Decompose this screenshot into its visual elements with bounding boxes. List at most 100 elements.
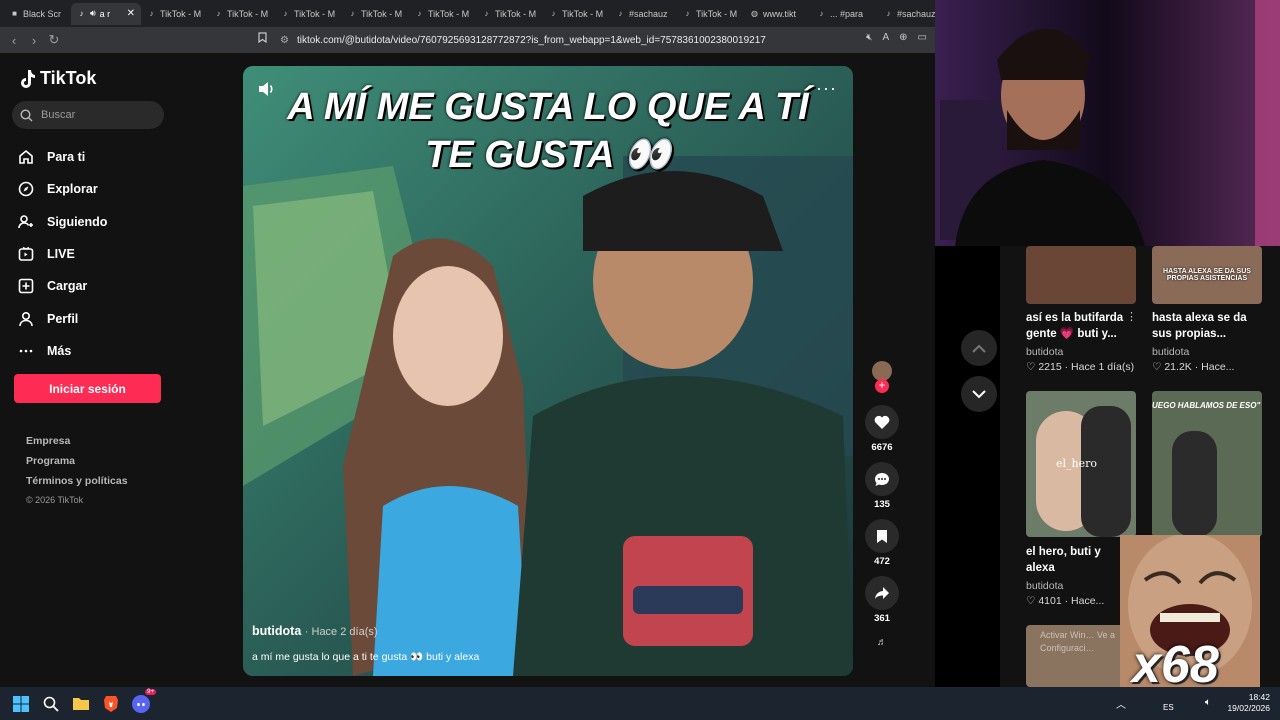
browser-tab[interactable]: ♪ TikTok - M	[476, 3, 543, 25]
mute-tab-icon[interactable]: 🔇︎	[866, 32, 872, 43]
video-player[interactable]: A MÍ ME GUSTA LO QUE A TÍ TE GUSTA 👀 ···…	[243, 66, 853, 676]
tiktok-icon: ♪	[484, 9, 489, 18]
sidebar-item-explorar[interactable]: Explorar	[18, 173, 107, 205]
profile-icon	[19, 311, 33, 326]
rec-time: Hace...	[1071, 595, 1105, 607]
music-icon[interactable]: ♬	[864, 637, 900, 648]
tiktok-icon: ♪	[551, 9, 556, 18]
zoom-icon[interactable]: ⊕	[899, 32, 907, 43]
clock[interactable]: 18:42 19/02/2026	[1227, 692, 1270, 714]
translate-icon[interactable]: A	[882, 32, 889, 43]
video-caption-line2: TE GUSTA 👀	[425, 134, 671, 176]
tiktok-logo[interactable]: TikTok	[18, 68, 96, 89]
site-info-icon[interactable]: ⚙	[280, 35, 289, 46]
footer-link-empresa[interactable]: Empresa	[26, 435, 128, 455]
browser-tab[interactable]: ♪ #sachauz	[878, 3, 936, 25]
browser-tab[interactable]: ■ Black Scr	[4, 3, 71, 25]
comment-button[interactable]	[865, 462, 899, 496]
meme-overlay: x68	[1120, 535, 1260, 687]
rec-more-icon[interactable]: ⋮	[1126, 310, 1137, 323]
tab-label: Black Scr	[23, 8, 62, 19]
sidebar-item-para-ti[interactable]: Para ti	[18, 141, 107, 173]
address-bar[interactable]: ⚙ tiktok.com/@butidota/video/76079256931…	[280, 31, 766, 49]
following-icon	[18, 214, 33, 228]
rec-author-2[interactable]: butidota	[1152, 346, 1189, 358]
browser-tab[interactable]: ◍ www.tikt	[744, 3, 811, 25]
browser-tab[interactable]: ♪ TikTok - M	[141, 3, 208, 25]
footer-link-programa[interactable]: Programa	[26, 455, 128, 475]
sidebar-item-siguiendo[interactable]: Siguiendo	[18, 206, 107, 238]
sidebar-nav: Para ti Explorar Siguiendo LIVE Cargar P…	[18, 141, 107, 367]
rec-stats-2: ♡ 21.2K · Hace...	[1152, 361, 1235, 373]
sidebar-item-label: Explorar	[47, 182, 98, 197]
browser-tab[interactable]: ♪ TikTok - M	[208, 3, 275, 25]
browser-tab[interactable]: ♪ #sachauz	[610, 3, 677, 25]
browser-tab-strip: ■ Black Scr ♪ 🔊︎ a r ✕ ♪ TikTok - M ♪ TikTok - M ♪…	[0, 0, 935, 27]
file-explorer-icon[interactable]	[66, 689, 96, 719]
follow-plus-icon[interactable]: +	[875, 379, 889, 393]
save-button[interactable]	[865, 519, 899, 553]
rec-time: Hace...	[1201, 361, 1235, 373]
footer-link-terminos[interactable]: Términos y políticas	[26, 475, 128, 495]
discord-icon[interactable]: 9+	[126, 688, 156, 719]
rec-likes: 2215	[1038, 361, 1062, 373]
rec-title-2[interactable]: hasta alexa se da sus propias...	[1152, 310, 1260, 342]
tiktok-icon: ♪	[886, 9, 891, 18]
like-button[interactable]	[865, 405, 899, 439]
reload-icon[interactable]: ↻	[44, 32, 64, 48]
compass-icon	[18, 182, 34, 197]
cast-icon[interactable]: ▭	[918, 32, 927, 43]
close-tab-icon[interactable]: ✕	[127, 8, 135, 19]
sidebar: TikTok Para ti Explorar Siguiendo	[0, 53, 180, 687]
url-text: tiktok.com/@butidota/video/7607925693128…	[296, 34, 766, 46]
sidebar-item-cargar[interactable]: Cargar	[18, 270, 107, 302]
bookmark-icon[interactable]	[258, 32, 267, 46]
search-taskbar-icon[interactable]	[36, 689, 66, 719]
sidebar-item-mas[interactable]: Más	[18, 335, 107, 367]
tray-chevron-icon[interactable]: ︿	[1116, 696, 1126, 711]
windows-start-icon[interactable]	[6, 689, 36, 719]
webcam-feed	[935, 0, 1280, 246]
browser-tab[interactable]: ♪ TikTok - M	[409, 3, 476, 25]
rec-author-1[interactable]: butidota	[1026, 346, 1063, 358]
tiktok-icon: ♪	[216, 9, 221, 18]
video-more-icon[interactable]: ···	[816, 78, 837, 99]
sidebar-item-live[interactable]: LIVE	[18, 238, 107, 270]
rec-thumbnail-3[interactable]: el_hero	[1026, 391, 1136, 537]
more-icon	[19, 349, 33, 353]
language-indicator[interactable]: ES	[1163, 703, 1174, 712]
forward-icon[interactable]: ›	[24, 33, 44, 48]
tab-label: TikTok - M	[361, 8, 403, 19]
rec-thumbnail-4[interactable]: UEGO HABLAMOS DE ESO"	[1152, 391, 1262, 537]
browser-tab[interactable]: ♪ TikTok - M	[543, 3, 610, 25]
rec-author-3[interactable]: butidota	[1026, 580, 1063, 592]
share-button[interactable]	[865, 576, 899, 610]
heart-outline-icon: ♡	[1152, 361, 1162, 373]
chevron-up-icon	[972, 344, 986, 353]
browser-tab[interactable]: ♪ ... #para	[811, 3, 878, 25]
rec-title-1[interactable]: así es la butifarda gente 💗 buti y...	[1026, 310, 1126, 342]
browser-tab[interactable]: ♪ TikTok - M	[677, 3, 744, 25]
video-caption-line1: A MÍ ME GUSTA LO QUE A TÍ	[287, 86, 809, 128]
back-icon[interactable]: ‹	[4, 33, 24, 48]
rec-title-3[interactable]: el hero, buti y alexa	[1026, 544, 1126, 576]
author-avatar[interactable]: +	[872, 361, 892, 393]
next-video-button[interactable]	[961, 376, 997, 412]
rec-time: Hace 1 día(s)	[1071, 361, 1135, 373]
prev-video-button[interactable]	[961, 330, 997, 366]
browser-tab[interactable]: ♪ TikTok - M	[275, 3, 342, 25]
browser-tab[interactable]: ♪ 🔊︎ a r ✕	[71, 2, 141, 25]
browser-tab[interactable]: ♪ TikTok - M	[342, 3, 409, 25]
video-author[interactable]: butidota	[252, 624, 301, 638]
brave-browser-icon[interactable]	[96, 689, 126, 719]
rec-likes: 4101	[1038, 595, 1062, 607]
login-button[interactable]: Iniciar sesión	[14, 374, 161, 403]
globe-icon: ◍	[751, 9, 758, 18]
volume-tray-icon[interactable]: 🔈︎	[1205, 697, 1211, 708]
search-input[interactable]	[41, 109, 151, 121]
volume-icon[interactable]	[258, 81, 276, 102]
sidebar-item-perfil[interactable]: Perfil	[18, 302, 107, 334]
rec-thumbnail-1[interactable]	[1026, 246, 1136, 304]
rec-thumbnail-2[interactable]: HASTA ALEXA SE DA SUS PROPIAS ASISTENCIA…	[1152, 246, 1262, 304]
upload-icon	[18, 279, 34, 294]
